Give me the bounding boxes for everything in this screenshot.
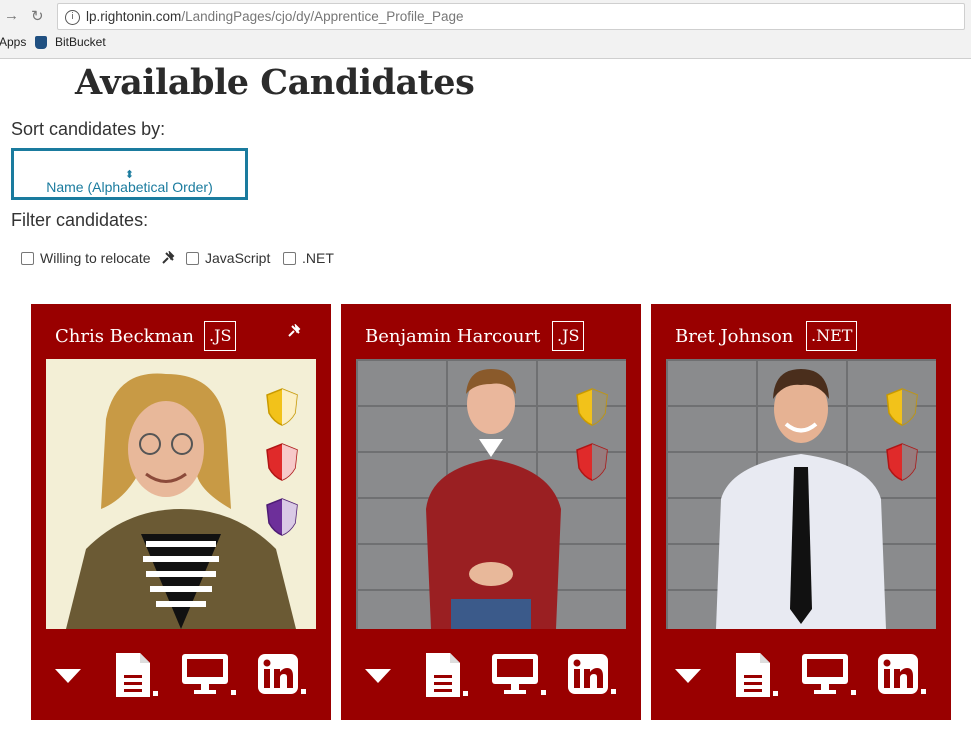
candidate-name: Chris Beckman [55, 326, 194, 347]
reload-icon[interactable]: ↻ [31, 7, 44, 25]
browser-chrome: → ↻ i lp.rightonin.com/LandingPages/cjo/d… [0, 0, 971, 59]
linkedin-icon[interactable] [258, 654, 306, 696]
filter-relocate-label: Willing to relocate [40, 250, 151, 266]
gold-badge-icon [266, 388, 298, 426]
linkedin-icon[interactable] [878, 654, 926, 696]
portfolio-icon[interactable] [492, 654, 546, 696]
card-actions [341, 649, 641, 699]
candidate-card: Chris Beckman .JS [31, 304, 331, 720]
skill-tag: .JS [552, 321, 585, 351]
relocate-icon [288, 324, 301, 337]
candidate-name: Bret Johnson [675, 326, 794, 347]
info-icon[interactable]: i [65, 9, 80, 25]
candidate-photo [356, 359, 626, 629]
sort-select[interactable]: Name (Alphabetical Order) ⬍ [11, 148, 248, 200]
gold-badge-icon [576, 388, 608, 426]
resume-icon[interactable] [116, 653, 158, 697]
sort-value: Name (Alphabetical Order) [46, 179, 213, 195]
red-badge-icon [266, 443, 298, 481]
linkedin-icon[interactable] [568, 654, 616, 696]
url-path: /LandingPages/cjo/dy/Apprentice_Profile_… [181, 9, 464, 24]
bookmark-bitbucket[interactable]: BitBucket [55, 35, 106, 49]
candidate-card: Benjamin Harcourt .JS [341, 304, 641, 720]
forward-icon[interactable]: → [4, 7, 19, 24]
portfolio-icon[interactable] [182, 654, 236, 696]
filter-dotnet-label: .NET [302, 250, 334, 266]
filter-relocate-checkbox[interactable] [21, 252, 34, 265]
chevron-down-icon[interactable] [55, 669, 81, 683]
page-title: Available Candidates [75, 62, 475, 103]
filter-dotnet-checkbox[interactable] [283, 252, 296, 265]
candidate-card: Bret Johnson .NET [651, 304, 951, 720]
card-actions [651, 649, 951, 699]
portfolio-icon[interactable] [802, 654, 856, 696]
candidate-photo [46, 359, 316, 629]
chevron-down-icon[interactable] [365, 669, 391, 683]
card-actions [31, 649, 331, 699]
skill-tag: .JS [204, 321, 237, 351]
gold-badge-icon [886, 388, 918, 426]
resume-icon[interactable] [426, 653, 468, 697]
resume-icon[interactable] [736, 653, 778, 697]
url-host: lp.rightonin.com [86, 9, 182, 24]
filter-label: Filter candidates: [11, 210, 149, 230]
purple-badge-icon [266, 498, 298, 536]
chevron-down-icon[interactable] [675, 669, 701, 683]
bookmark-apps[interactable]: Apps [0, 35, 26, 49]
red-badge-icon [886, 443, 918, 481]
address-bar[interactable]: i lp.rightonin.com/LandingPages/cjo/dy/Ap… [57, 3, 965, 30]
candidate-photo [666, 359, 936, 629]
relocate-icon [162, 251, 175, 264]
filter-javascript-label: JavaScript [205, 250, 271, 266]
skill-tag: .NET [806, 321, 858, 351]
sort-label: Sort candidates by: [11, 119, 166, 139]
candidate-name: Benjamin Harcourt [365, 326, 541, 347]
red-badge-icon [576, 443, 608, 481]
filter-javascript-checkbox[interactable] [186, 252, 199, 265]
bitbucket-icon [35, 36, 47, 49]
